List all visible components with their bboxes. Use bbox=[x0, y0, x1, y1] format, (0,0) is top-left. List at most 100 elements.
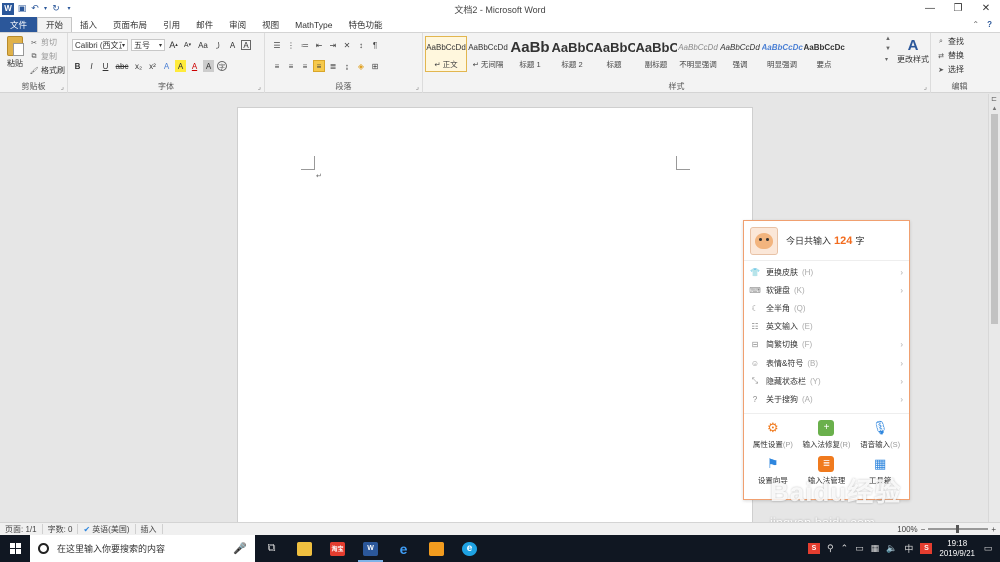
tab-view[interactable]: 视图 bbox=[254, 17, 287, 32]
customize-qat-icon[interactable]: ▾ bbox=[64, 4, 74, 14]
more-styles-icon[interactable]: ▾ bbox=[885, 56, 893, 63]
dropdown-icon[interactable]: ▾ bbox=[43, 4, 48, 14]
sogou-tray-icon[interactable]: S bbox=[808, 543, 820, 554]
paragraph-launcher-icon[interactable]: ⌟ bbox=[416, 83, 419, 91]
redo-icon[interactable]: ↻ bbox=[51, 3, 61, 14]
bullets-icon[interactable]: ☰ bbox=[271, 39, 283, 51]
taskbar-app-file-explorer[interactable] bbox=[288, 535, 321, 562]
taskbar-app-word[interactable]: W bbox=[354, 535, 387, 562]
align-center-icon[interactable]: ≡ bbox=[285, 60, 297, 72]
multilevel-list-icon[interactable]: ≔ bbox=[299, 39, 311, 51]
people-icon[interactable]: ⚲ bbox=[827, 543, 834, 554]
scroll-up-arrow-icon[interactable]: ▲ bbox=[989, 104, 1000, 114]
ime-tile-voice[interactable]: 🎙 语音输入(S) bbox=[853, 420, 907, 450]
ime-item-simp-trad[interactable]: ⊟ 简繁切换 (F) › bbox=[744, 336, 909, 354]
shading-icon[interactable]: ◈ bbox=[355, 60, 367, 72]
style-intense-emphasis[interactable]: AaBbCcDc 明显强调 bbox=[761, 36, 803, 72]
tab-insert[interactable]: 插入 bbox=[72, 17, 105, 32]
style-strong[interactable]: AaBbCcDc 要点 bbox=[803, 36, 845, 72]
numbering-icon[interactable]: ⋮ bbox=[285, 39, 297, 51]
zoom-slider[interactable] bbox=[928, 525, 989, 533]
font-color-button[interactable]: A bbox=[189, 60, 200, 72]
decrease-indent-icon[interactable]: ⇤ bbox=[313, 39, 325, 51]
distributed-icon[interactable]: ≣ bbox=[327, 60, 339, 72]
task-view-button[interactable]: ⧉ bbox=[255, 535, 288, 562]
taskbar-search[interactable]: 在这里输入你要搜索的内容 🎤 bbox=[30, 535, 255, 562]
tab-references[interactable]: 引用 bbox=[155, 17, 188, 32]
clear-format-button[interactable]: A bbox=[227, 39, 238, 51]
taskbar-app-ie[interactable]: e bbox=[453, 535, 486, 562]
font-size-combo[interactable]: 五号 ▾ bbox=[131, 39, 165, 51]
maximize-button[interactable]: ❐ bbox=[944, 0, 972, 17]
style-subtitle[interactable]: AaBbC 副标题 bbox=[635, 36, 677, 72]
word-logo-icon[interactable]: W bbox=[2, 2, 14, 15]
subscript-button[interactable]: x₂ bbox=[133, 60, 144, 72]
copy-button[interactable]: ⧉ 复制 bbox=[30, 51, 65, 62]
chinese-layout-icon[interactable]: ✕ bbox=[341, 39, 353, 51]
save-icon[interactable]: ▣ bbox=[17, 3, 27, 14]
borders-icon[interactable]: ⊞ bbox=[369, 60, 381, 72]
strikethrough-button[interactable]: abc bbox=[114, 60, 130, 72]
status-language[interactable]: ✔ 英语(美国) bbox=[78, 524, 136, 534]
ime-item-english-input[interactable]: ☷ 英文输入 (E) bbox=[744, 318, 909, 336]
grow-font-button[interactable]: A ▴ bbox=[168, 39, 179, 51]
format-painter-button[interactable]: 🖌 格式刷 bbox=[30, 65, 65, 76]
char-shading-button[interactable]: A bbox=[203, 60, 214, 72]
ime-tile-settings[interactable]: ⚙ 属性设置(P) bbox=[746, 420, 800, 450]
zoom-level[interactable]: 100% bbox=[897, 525, 917, 534]
paste-button[interactable]: 粘贴 bbox=[4, 36, 26, 69]
justify-icon[interactable]: ≡ bbox=[313, 60, 325, 72]
tab-file[interactable]: 文件 bbox=[0, 17, 38, 32]
ime-item-hide-statusbar[interactable]: ⤡ 隐藏状态栏 (Y) › bbox=[744, 372, 909, 390]
shrink-font-button[interactable]: A ▾ bbox=[182, 39, 193, 51]
show-marks-icon[interactable]: ¶ bbox=[369, 39, 381, 51]
collapse-ribbon-icon[interactable]: ⌃ bbox=[972, 20, 979, 29]
font-launcher-icon[interactable]: ⌟ bbox=[258, 83, 261, 91]
enclose-char-button[interactable]: 字 bbox=[217, 61, 227, 71]
tray-overflow-icon[interactable]: ⌃ bbox=[841, 543, 849, 554]
taskbar-app-orange[interactable] bbox=[420, 535, 453, 562]
find-button[interactable]: ⌕ 查找 bbox=[937, 36, 964, 47]
minimize-button[interactable]: — bbox=[916, 0, 944, 17]
ime-item-skin[interactable]: 👕 更换皮肤 (H) › bbox=[744, 263, 909, 281]
zoom-in-icon[interactable]: + bbox=[991, 525, 996, 534]
change-styles-button[interactable]: A 更改样式 bbox=[896, 37, 930, 65]
zoom-slider-knob[interactable] bbox=[956, 525, 960, 533]
bold-button[interactable]: B bbox=[72, 60, 83, 72]
phonetic-icon[interactable]: ꠸ bbox=[213, 39, 224, 51]
ime-tile-repair[interactable]: + 输入法修复(R) bbox=[800, 419, 854, 450]
style-subtle-emphasis[interactable]: AaBbCcDd 不明显强调 bbox=[677, 36, 719, 72]
superscript-button[interactable]: x² bbox=[147, 60, 158, 72]
scrollbar-thumb[interactable] bbox=[991, 114, 998, 324]
increase-indent-icon[interactable]: ⇥ bbox=[327, 39, 339, 51]
zoom-out-icon[interactable]: − bbox=[921, 525, 926, 534]
microphone-icon[interactable]: 🎤 bbox=[233, 542, 247, 555]
undo-icon[interactable]: ↶ bbox=[30, 3, 40, 14]
sort-icon[interactable]: ↕ bbox=[355, 39, 367, 51]
char-border-button[interactable]: A bbox=[241, 40, 251, 50]
style-no-spacing[interactable]: AaBbCcDd ↵ 无间隔 bbox=[467, 36, 509, 72]
style-heading-1[interactable]: AaBb 标题 1 bbox=[509, 36, 551, 72]
ruler-toggle-icon[interactable]: ⊏ bbox=[991, 95, 997, 103]
underline-button[interactable]: U bbox=[100, 60, 111, 72]
start-button[interactable] bbox=[0, 535, 30, 562]
tab-mathtype[interactable]: MathType bbox=[287, 17, 340, 32]
status-word-count[interactable]: 字数: 0 bbox=[43, 524, 79, 534]
scroll-down-icon[interactable]: ▼ bbox=[885, 46, 893, 52]
style-normal[interactable]: AaBbCcDd ↵ 正文 bbox=[425, 36, 467, 72]
tab-home[interactable]: 开始 bbox=[37, 17, 73, 32]
ime-item-about-sogou[interactable]: ? 关于搜狗 (A) › bbox=[744, 390, 909, 408]
notification-icon[interactable]: ▭ bbox=[982, 535, 994, 562]
help-icon[interactable]: ? bbox=[987, 20, 992, 29]
change-case-button[interactable]: Aa bbox=[196, 39, 210, 51]
align-left-icon[interactable]: ≡ bbox=[271, 60, 283, 72]
tab-review[interactable]: 审阅 bbox=[221, 17, 254, 32]
replace-button[interactable]: ⇄ 替换 bbox=[937, 50, 964, 61]
tab-mailings[interactable]: 邮件 bbox=[188, 17, 221, 32]
taskbar-app-taobao[interactable]: 淘宝 bbox=[321, 535, 354, 562]
document-page[interactable]: ↵ bbox=[237, 107, 753, 522]
line-spacing-icon[interactable]: ↨ bbox=[341, 60, 353, 72]
ime-item-soft-keyboard[interactable]: ⌨ 软键盘 (K) › bbox=[744, 281, 909, 299]
style-title[interactable]: AaBbC 标题 bbox=[593, 36, 635, 72]
system-clock[interactable]: 19:18 2019/9/21 bbox=[939, 539, 975, 559]
